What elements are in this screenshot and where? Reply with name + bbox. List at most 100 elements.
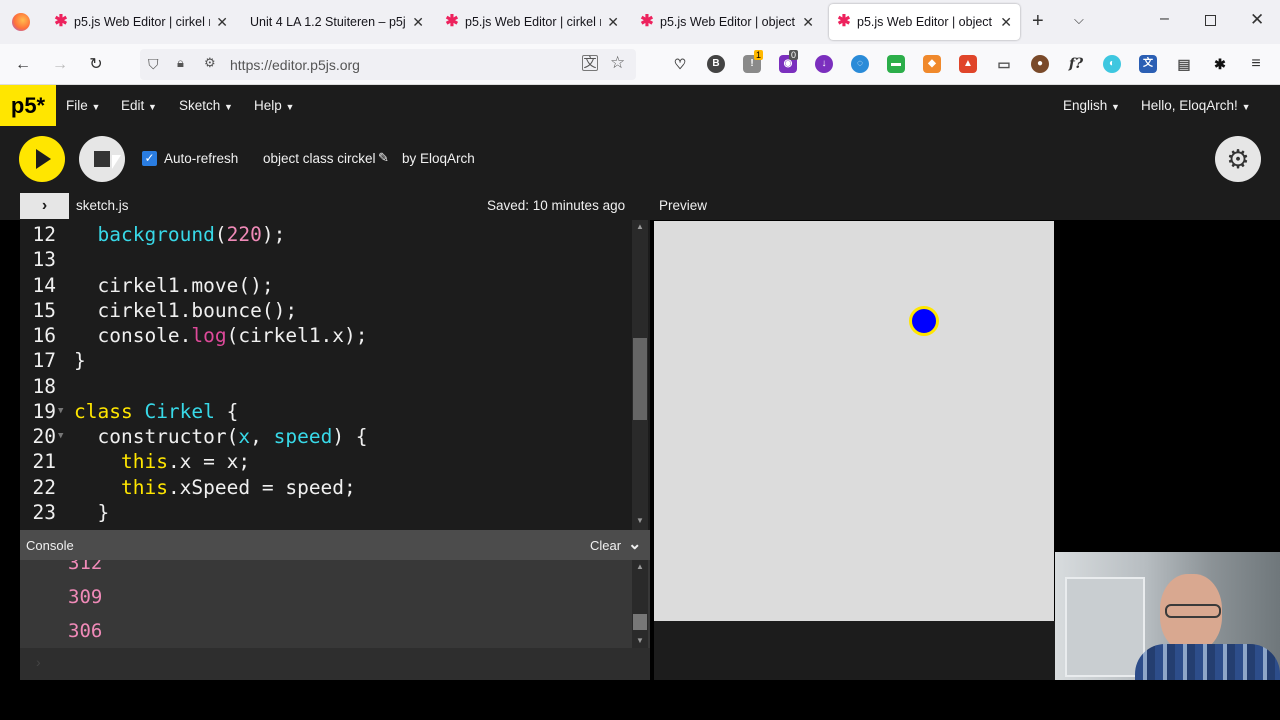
browser-tab-strip: ✱ p5.js Web Editor | cirkel m ✕ Unit 4 L… <box>0 0 1280 44</box>
code-text[interactable]: } <box>74 348 86 373</box>
play-button[interactable] <box>19 136 65 182</box>
extension-formula-icon[interactable]: f? <box>1067 55 1085 73</box>
browser-tab[interactable]: ✱ p5.js Web Editor | cirkel m ✕ <box>437 4 627 40</box>
console-collapse-chevron-icon[interactable]: ⌄ <box>628 534 641 554</box>
code-text[interactable]: constructor(x, speed) { <box>74 424 367 449</box>
code-line[interactable]: 14 cirkel1.move(); <box>20 273 632 298</box>
code-line[interactable]: 22 this.xSpeed = speed; <box>20 475 632 500</box>
forward-arrow-icon[interactable]: → <box>49 54 71 76</box>
hamburger-menu-icon[interactable]: ≡ <box>1247 55 1265 73</box>
code-text[interactable]: this.xSpeed = speed; <box>74 475 356 500</box>
window-close-icon[interactable]: ✕ <box>1250 10 1264 30</box>
code-text[interactable]: cirkel1.move(); <box>74 273 273 298</box>
scroll-down-icon[interactable]: ▼ <box>636 636 644 645</box>
code-text[interactable]: console.log(cirkel1.x); <box>74 323 367 348</box>
code-text[interactable]: background(220); <box>74 222 285 247</box>
translate-icon[interactable]: 文 <box>582 55 598 71</box>
code-line[interactable]: 19 ▼ class Cirkel { <box>20 399 632 424</box>
code-text[interactable]: } <box>74 500 109 525</box>
chevron-right-icon: › <box>41 197 48 214</box>
code-editor[interactable]: 12 background(220); 13 14 cirkel1.move()… <box>20 220 650 530</box>
download-icon[interactable]: ↓ <box>815 55 833 73</box>
code-text[interactable]: cirkel1.bounce(); <box>74 298 297 323</box>
scrollbar-thumb[interactable] <box>633 338 647 420</box>
code-line[interactable]: 15 cirkel1.bounce(); <box>20 298 632 323</box>
language-menu[interactable]: English ▼ <box>1063 85 1120 126</box>
metamask-icon[interactable]: ◆ <box>923 55 941 73</box>
code-line[interactable]: 20 ▼ constructor(x, speed) { <box>20 424 632 449</box>
console-input[interactable]: › <box>20 648 650 680</box>
extension-reader-icon[interactable]: ▤ <box>1175 55 1193 73</box>
code-line[interactable]: 18 <box>20 374 632 399</box>
scroll-down-icon[interactable]: ▼ <box>636 516 644 525</box>
scrollbar-thumb[interactable] <box>633 614 647 630</box>
menu-edit[interactable]: Edit ▼ <box>121 85 157 126</box>
code-scrollbar[interactable]: ▲ ▼ <box>632 220 648 530</box>
preview-canvas[interactable] <box>654 221 1054 621</box>
code-line[interactable]: 12 background(220); <box>20 222 632 247</box>
extension-drop-icon[interactable]: ◐ <box>1103 55 1121 73</box>
url-bar[interactable]: ⛉ 🔒︎ ⚙ https://editor.p5js.org 文 ☆ <box>140 49 636 80</box>
menu-file[interactable]: File ▼ <box>66 85 100 126</box>
code-line[interactable]: 16 console.log(cirkel1.x); <box>20 323 632 348</box>
user-menu[interactable]: Hello, EloqArch! ▼ <box>1141 85 1250 126</box>
menu-sketch[interactable]: Sketch ▼ <box>179 85 233 126</box>
new-tab-icon[interactable]: + <box>1032 10 1044 33</box>
console-clear-button[interactable]: Clear <box>590 538 621 553</box>
settings-button[interactable]: ⚙ <box>1215 136 1261 182</box>
code-line[interactable]: 17} <box>20 348 632 373</box>
scroll-up-icon[interactable]: ▲ <box>636 562 644 571</box>
p5-nav-bar: p5* File ▼ Edit ▼ Sketch ▼ Help ▼ Englis… <box>0 85 1280 126</box>
extension-blue-icon[interactable]: ◌ <box>851 55 869 73</box>
extension-cookie-icon[interactable]: ● <box>1031 55 1049 73</box>
menu-help[interactable]: Help ▼ <box>254 85 294 126</box>
minimize-icon[interactable]: – <box>1160 10 1169 28</box>
extension-translate-icon[interactable]: 文 <box>1139 55 1157 73</box>
auto-refresh-label[interactable]: Auto-refresh <box>164 151 238 166</box>
close-icon[interactable]: ✕ <box>1000 14 1012 31</box>
line-number: 17 <box>32 349 56 372</box>
tab-list-chevron-icon[interactable]: ⌵ <box>1074 12 1084 28</box>
code-line[interactable]: 23 } <box>20 500 632 525</box>
firefox-logo-icon[interactable] <box>12 13 30 31</box>
code-text[interactable]: class Cirkel { <box>74 399 238 424</box>
close-icon[interactable]: ✕ <box>607 14 619 31</box>
pencil-icon[interactable]: ✎ <box>378 150 389 166</box>
file-tab-name[interactable]: sketch.js <box>76 198 129 213</box>
reload-icon[interactable]: ↻ <box>85 54 107 76</box>
auto-refresh-checkbox[interactable]: ✓ <box>142 151 157 166</box>
extension-red-icon[interactable]: ▲ <box>959 55 977 73</box>
pocket-icon[interactable]: ♡ <box>671 55 689 73</box>
url-text[interactable]: https://editor.p5js.org <box>230 57 360 73</box>
back-arrow-icon[interactable]: ← <box>12 54 34 76</box>
close-icon[interactable]: ✕ <box>412 14 424 31</box>
extension-b-icon[interactable]: B <box>707 55 725 73</box>
code-line[interactable]: 21 this.x = x; <box>20 449 632 474</box>
browser-tab[interactable]: ✱ p5.js Web Editor | object li ✕ <box>632 4 822 40</box>
line-number: 20 <box>32 425 56 448</box>
fold-arrow-icon[interactable]: ▼ <box>58 424 63 449</box>
lock-icon[interactable]: 🔒︎ <box>177 55 184 71</box>
scroll-up-icon[interactable]: ▲ <box>636 222 644 231</box>
sketch-name[interactable]: object class circkel <box>263 151 376 166</box>
permissions-icon[interactable]: ⚙ <box>204 55 216 71</box>
console-log-line: 309 <box>68 586 103 608</box>
sketch-author[interactable]: by EloqArch <box>402 151 475 166</box>
extension-green-icon[interactable]: ▬ <box>887 55 905 73</box>
console-scrollbar[interactable]: ▲ ▼ <box>632 560 648 648</box>
sidebar-toggle-button[interactable]: › <box>20 193 69 219</box>
extension-puzzle-icon[interactable]: ✱ <box>1211 55 1229 73</box>
browser-tab[interactable]: Unit 4 LA 1.2 Stuiteren – p5js. ✕ <box>242 4 432 40</box>
extension-battery-icon[interactable]: ▭ <box>995 55 1013 73</box>
browser-tab[interactable]: ✱ p5.js Web Editor | cirkel m ✕ <box>46 4 236 40</box>
restore-icon[interactable] <box>1205 15 1216 26</box>
p5-logo[interactable]: p5* <box>0 85 56 126</box>
code-text[interactable]: this.x = x; <box>74 449 250 474</box>
fold-arrow-icon[interactable]: ▼ <box>58 399 63 424</box>
browser-tab-active[interactable]: ✱ p5.js Web Editor | object c ✕ <box>829 4 1020 40</box>
close-icon[interactable]: ✕ <box>802 14 814 31</box>
close-icon[interactable]: ✕ <box>216 14 228 31</box>
bookmark-star-icon[interactable]: ☆ <box>610 53 625 73</box>
shield-icon[interactable]: ⛉ <box>148 56 159 73</box>
code-line[interactable]: 13 <box>20 247 632 272</box>
